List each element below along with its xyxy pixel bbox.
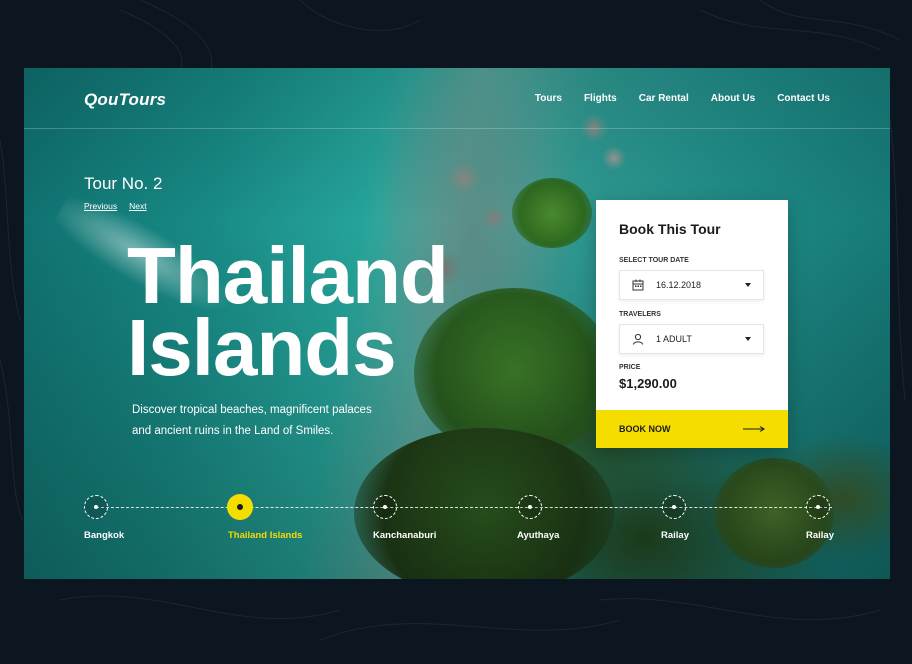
next-link[interactable]: Next	[129, 201, 146, 211]
hero-title-line2: Islands	[127, 303, 397, 392]
nav-item-tours[interactable]: Tours	[535, 93, 562, 104]
timeline-track	[96, 507, 832, 508]
booking-card: Book This Tour SELECT TOUR DATE 16.12.20…	[596, 200, 788, 448]
timeline-label: Kanchanaburi	[373, 530, 437, 541]
header-divider	[24, 128, 890, 129]
user-icon	[632, 333, 644, 345]
nav-item-about-us[interactable]: About Us	[711, 93, 755, 104]
travelers-label: TRAVELERS	[619, 311, 661, 318]
main-nav: Tours Flights Car Rental About Us Contac…	[535, 93, 830, 104]
logo[interactable]: QouTours	[84, 90, 166, 110]
hero-title-line1: Thailand	[127, 231, 449, 320]
tour-date-select[interactable]: 16.12.2018	[619, 270, 764, 300]
tour-timeline: Bangkok Thailand Islands Kanchanaburi Ay…	[84, 494, 844, 555]
tour-date-value: 16.12.2018	[656, 280, 702, 290]
timeline-stop-thailand-islands[interactable]	[227, 494, 253, 520]
book-now-button[interactable]: BOOK NOW	[596, 410, 788, 448]
timeline-label: Ayuthaya	[517, 530, 560, 541]
timeline-label: Railay	[661, 530, 689, 541]
chevron-down-icon	[745, 283, 751, 287]
hero-description-line2: and ancient ruins in the Land of Smiles.	[132, 425, 334, 437]
nav-item-car-rental[interactable]: Car Rental	[639, 93, 689, 104]
price-label: PRICE	[619, 364, 641, 371]
hero-panel: QouTours Tours Flights Car Rental About …	[24, 68, 890, 579]
timeline-stop-kanchanaburi[interactable]	[373, 495, 397, 519]
calendar-icon	[632, 279, 644, 291]
timeline-stop-ayuthaya[interactable]	[518, 495, 542, 519]
hero-title: Thailand Islands	[127, 231, 449, 392]
date-label: SELECT TOUR DATE	[619, 257, 689, 264]
travelers-value: 1 ADULT	[656, 334, 692, 344]
timeline-stop-railay[interactable]	[662, 495, 686, 519]
hero-description: Discover tropical beaches, magnificent p…	[132, 400, 422, 442]
nav-item-contact-us[interactable]: Contact Us	[777, 93, 830, 104]
hero-description-line1: Discover tropical beaches, magnificent p…	[132, 404, 372, 416]
book-now-label: BOOK NOW	[619, 424, 671, 434]
tour-number: Tour No. 2	[84, 174, 163, 193]
timeline-label: Bangkok	[84, 530, 125, 541]
timeline-stop-bangkok[interactable]	[84, 495, 108, 519]
timeline-label: Railay	[806, 530, 834, 541]
travelers-select[interactable]: 1 ADULT	[619, 324, 764, 354]
tour-pager: Previous Next	[84, 201, 147, 211]
arrow-right-icon	[743, 426, 765, 432]
timeline-stop-railay-2[interactable]	[806, 495, 830, 519]
chevron-down-icon	[745, 337, 751, 341]
previous-link[interactable]: Previous	[84, 201, 117, 211]
nav-item-flights[interactable]: Flights	[584, 93, 617, 104]
booking-title: Book This Tour	[619, 221, 721, 237]
timeline-label-active: Thailand Islands	[228, 530, 303, 541]
price-value: $1,290.00	[619, 376, 677, 391]
